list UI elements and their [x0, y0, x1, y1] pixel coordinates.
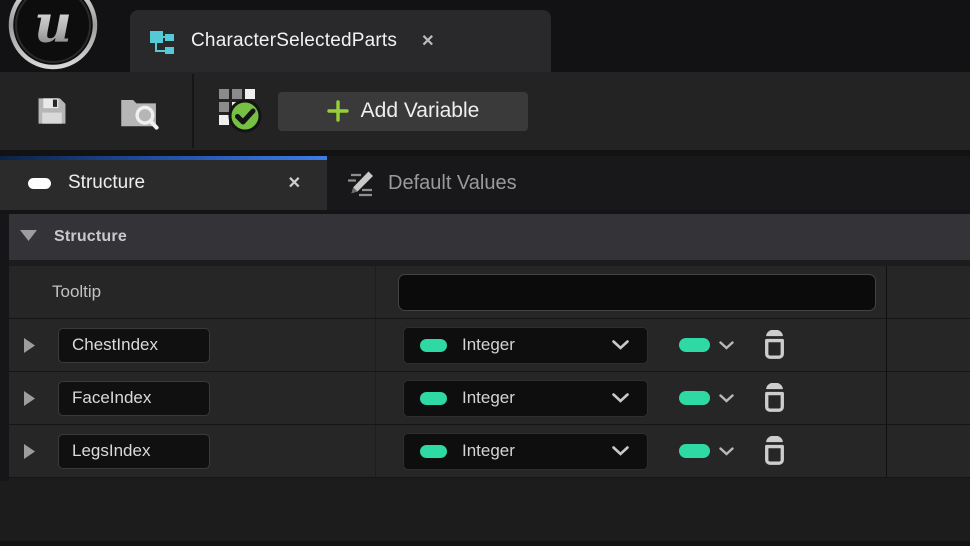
field-name-input[interactable] — [58, 434, 210, 469]
integer-type-pill-icon — [420, 339, 447, 352]
field-name-input[interactable] — [58, 328, 210, 363]
field-type-dropdown[interactable]: Integer — [403, 327, 648, 364]
svg-text:u: u — [34, 0, 72, 55]
field-type-label: Integer — [462, 335, 515, 355]
row-extra-cell — [886, 425, 970, 477]
trash-icon — [761, 436, 788, 466]
delete-field-button[interactable] — [761, 436, 788, 466]
tooltip-input[interactable] — [398, 274, 876, 311]
tab-structure[interactable]: Structure ✕ — [0, 156, 327, 210]
field-row-faceindex: Integer — [9, 372, 970, 425]
chevron-down-icon — [612, 446, 629, 456]
struct-asset-icon — [148, 27, 176, 55]
document-tab-strip: Structure ✕ Default Values — [0, 156, 970, 210]
structure-details-panel: Structure Tooltip — [0, 210, 970, 546]
toolbar-separator — [192, 74, 194, 148]
save-icon — [33, 92, 71, 130]
field-type-dropdown[interactable]: Integer — [403, 433, 648, 470]
asset-tab-title: CharacterSelectedParts — [191, 30, 397, 52]
delete-field-button[interactable] — [761, 383, 788, 413]
find-in-content-browser-icon — [117, 90, 161, 132]
unreal-struct-editor-window: u CharacterSelectedParts ✕ — [0, 0, 970, 546]
plus-icon — [327, 100, 349, 122]
integer-type-pill-icon — [420, 445, 447, 458]
tab-structure-label: Structure — [68, 172, 145, 194]
window-tab-bar: u CharacterSelectedParts ✕ — [0, 0, 970, 72]
save-button[interactable] — [32, 91, 72, 131]
chevron-down-icon — [719, 447, 734, 456]
integer-type-pill-icon — [679, 338, 710, 352]
compile-ok-icon — [218, 87, 264, 135]
main-toolbar: Add Variable — [0, 72, 970, 150]
structure-rows: Tooltip Integer — [0, 266, 970, 478]
asset-tab-close-icon[interactable]: ✕ — [421, 31, 434, 51]
container-type-dropdown[interactable] — [679, 391, 734, 405]
expander-arrow-icon[interactable] — [24, 338, 36, 353]
field-type-label: Integer — [462, 388, 515, 408]
tooltip-label: Tooltip — [9, 282, 101, 302]
container-type-dropdown[interactable] — [679, 444, 734, 458]
category-header-label: Structure — [54, 228, 127, 246]
integer-type-pill-icon — [420, 392, 447, 405]
row-extra-cell — [886, 319, 970, 371]
default-values-pencil-icon — [344, 168, 375, 199]
field-type-dropdown[interactable]: Integer — [403, 380, 648, 417]
chevron-down-icon — [719, 394, 734, 403]
field-row-legsindex: Integer — [9, 425, 970, 478]
tab-structure-close-icon[interactable]: ✕ — [288, 173, 301, 193]
delete-field-button[interactable] — [761, 330, 788, 360]
expander-arrow-icon[interactable] — [24, 444, 36, 459]
trash-icon — [761, 330, 788, 360]
row-extra-cell — [886, 266, 970, 318]
chevron-down-icon — [719, 341, 734, 350]
field-type-label: Integer — [462, 441, 515, 461]
add-variable-label: Add Variable — [361, 99, 480, 123]
unreal-engine-logo[interactable]: u — [8, 0, 98, 70]
chevron-down-icon — [612, 393, 629, 403]
asset-tab-characterselectedparts[interactable]: CharacterSelectedParts ✕ — [130, 10, 551, 72]
panel-bottom-edge — [0, 541, 970, 546]
category-header-structure[interactable]: Structure — [9, 214, 970, 260]
tab-default-values[interactable]: Default Values — [327, 156, 517, 210]
container-type-dropdown[interactable] — [679, 338, 734, 352]
row-extra-cell — [886, 372, 970, 424]
expander-arrow-icon[interactable] — [24, 391, 36, 406]
tooltip-row: Tooltip — [9, 266, 970, 319]
field-row-chestindex: Integer — [9, 319, 970, 372]
trash-icon — [761, 383, 788, 413]
integer-type-pill-icon — [679, 444, 710, 458]
compile-status-indicator[interactable] — [218, 87, 264, 135]
tab-default-values-label: Default Values — [388, 172, 517, 195]
field-name-input[interactable] — [58, 381, 210, 416]
add-variable-button[interactable]: Add Variable — [277, 91, 529, 132]
integer-type-pill-icon — [679, 391, 710, 405]
chevron-down-icon — [612, 340, 629, 350]
browse-to-asset-button[interactable] — [116, 90, 162, 132]
structure-pill-icon — [28, 178, 51, 189]
category-expanded-arrow-icon[interactable] — [20, 228, 37, 246]
